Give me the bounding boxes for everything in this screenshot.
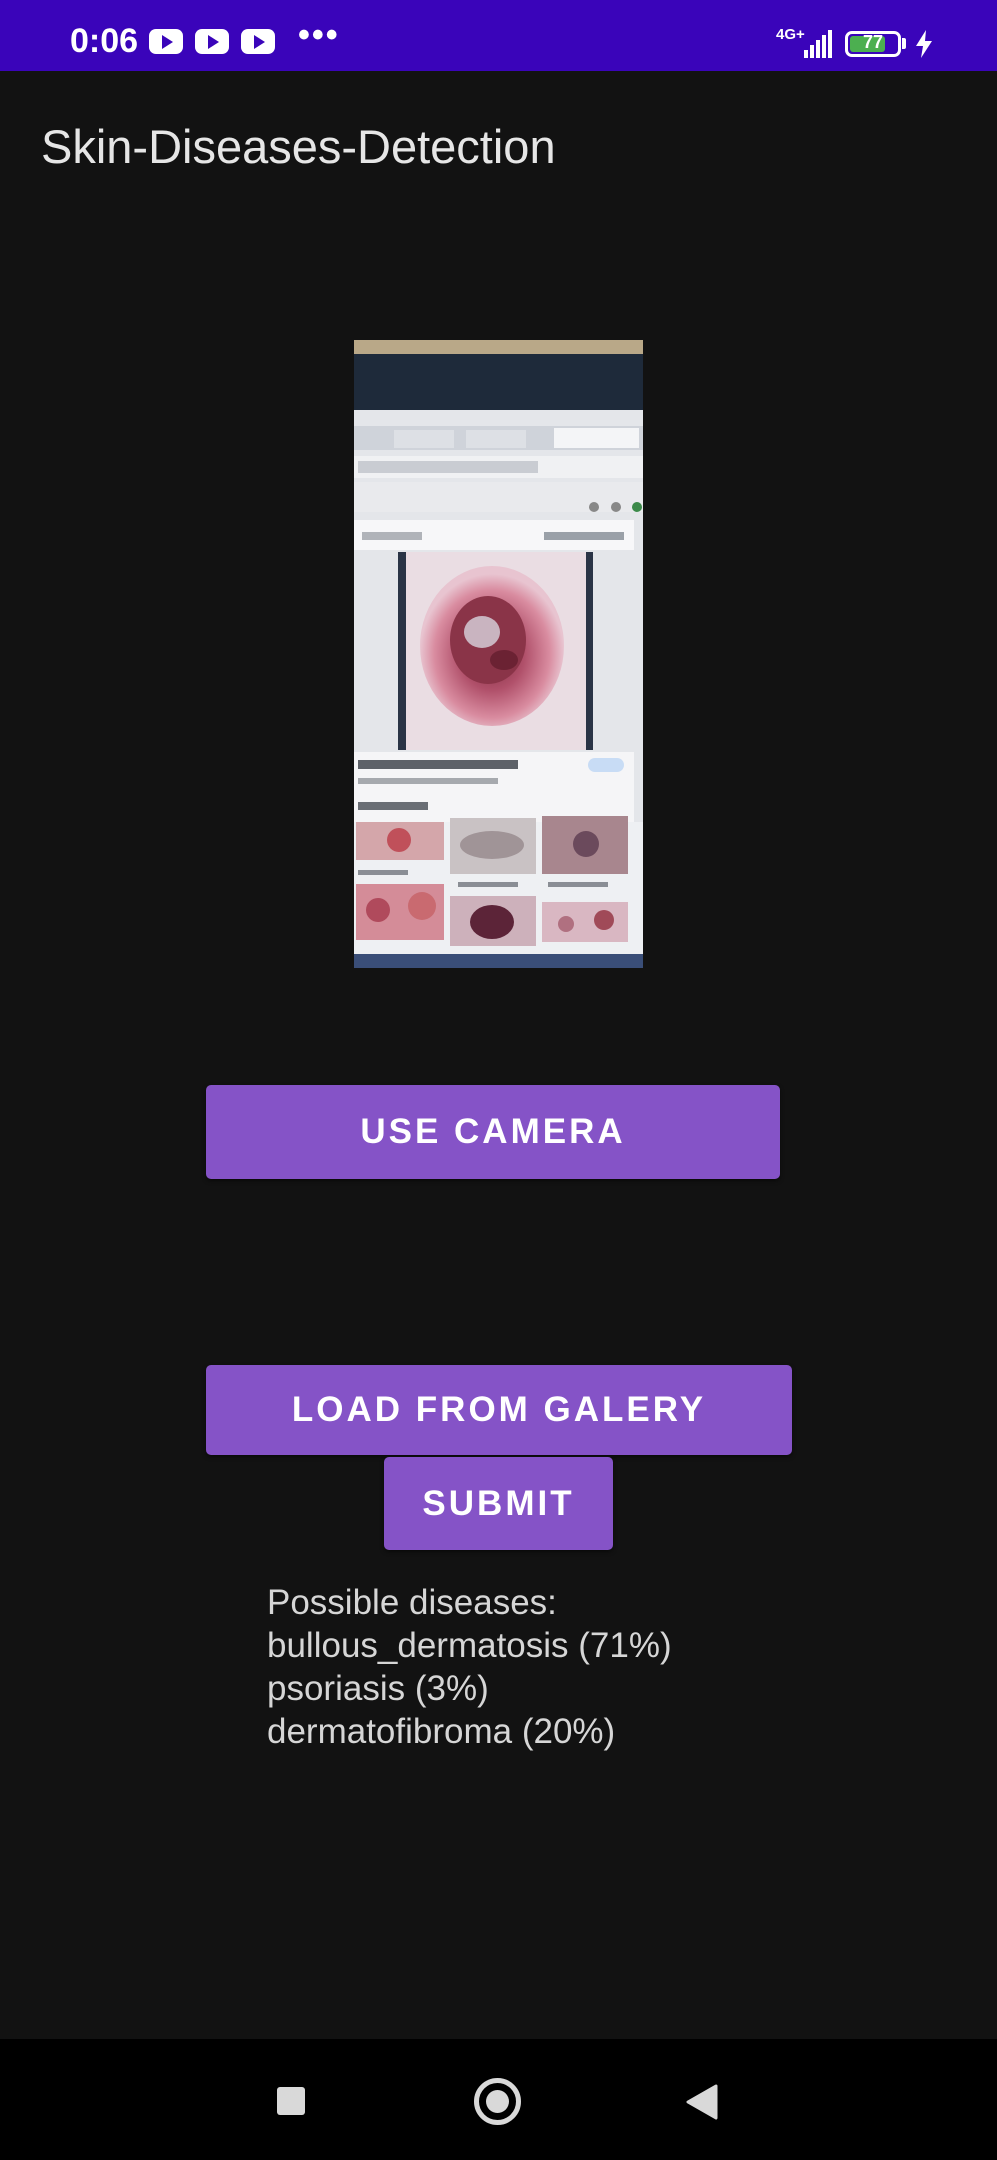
youtube-icon — [195, 29, 229, 54]
result-line: bullous_dermatosis (71%) — [267, 1626, 672, 1665]
battery-tip — [902, 38, 906, 49]
signal-strength-icon — [804, 30, 832, 58]
results-text: Possible diseases: bullous_dermatosis (7… — [267, 1581, 672, 1753]
load-from-gallery-button[interactable]: LOAD FROM GALERY — [206, 1365, 792, 1455]
youtube-icon — [241, 29, 275, 54]
back-icon[interactable] — [684, 2084, 718, 2120]
battery-level-text: 77 — [862, 32, 884, 52]
result-line: dermatofibroma (20%) — [267, 1712, 616, 1751]
photo-preview — [354, 340, 643, 968]
use-camera-button[interactable]: USE CAMERA — [206, 1085, 780, 1179]
charging-bolt-icon — [916, 30, 932, 58]
results-heading: Possible diseases: — [267, 1583, 557, 1622]
more-notifications-icon: ••• — [298, 16, 340, 54]
submit-button[interactable]: SUBMIT — [384, 1457, 613, 1550]
image-preview — [354, 340, 643, 968]
battery-icon: 77 — [845, 31, 901, 57]
app-title: Skin-Diseases-Detection — [41, 120, 556, 173]
youtube-icon — [149, 29, 183, 54]
result-line: psoriasis (3%) — [267, 1669, 489, 1708]
status-bar: 0:06 ••• 4G+ 77 — [0, 0, 997, 71]
recent-apps-icon[interactable] — [277, 2087, 305, 2115]
network-type-label: 4G+ — [776, 26, 805, 43]
home-icon[interactable] — [474, 2078, 521, 2125]
status-time: 0:06 — [70, 22, 139, 60]
